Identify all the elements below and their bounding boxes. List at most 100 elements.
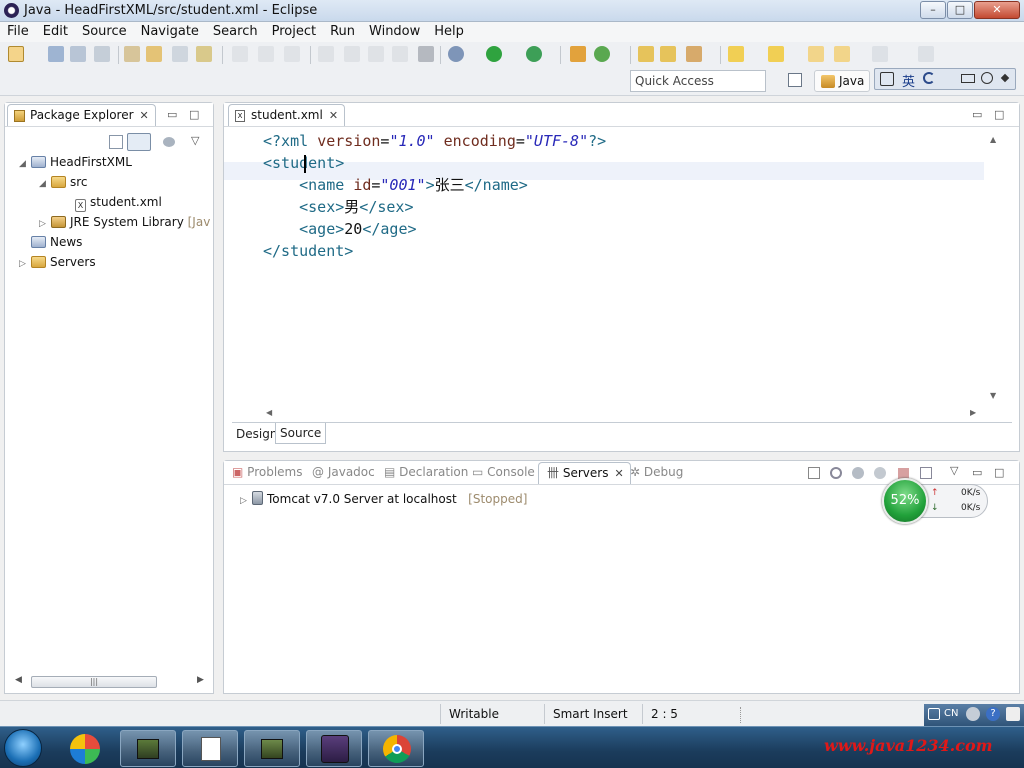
tab-problems[interactable]: ▣ Problems xyxy=(232,465,302,479)
ime-language-label[interactable]: 英 xyxy=(902,71,915,90)
new-icon[interactable] xyxy=(8,46,24,62)
close-tab-icon[interactable]: ✕ xyxy=(140,109,149,122)
taskbar-app-3[interactable] xyxy=(182,730,238,767)
minimize-view-icon[interactable]: ▭ xyxy=(167,108,177,121)
maximize-view-icon[interactable]: □ xyxy=(189,108,199,121)
tree-item-src[interactable]: ◢ src xyxy=(39,172,88,192)
ime-mode-icon[interactable] xyxy=(880,72,894,86)
close-tab-icon[interactable]: ✕ xyxy=(614,467,623,480)
taskbar-eclipse[interactable] xyxy=(306,730,362,767)
tab-javadoc[interactable]: @ Javadoc xyxy=(312,465,375,479)
tab-declaration[interactable]: ▤ Declaration xyxy=(384,465,468,479)
start-server-icon[interactable] xyxy=(852,467,864,479)
back-icon[interactable] xyxy=(834,46,850,62)
search-tool-icon[interactable] xyxy=(686,46,702,62)
scroll-thumb[interactable]: ||| xyxy=(31,676,157,688)
tab-debug[interactable]: ✲ Debug xyxy=(630,465,683,479)
menu-window[interactable]: Window xyxy=(362,22,427,42)
menu-search[interactable]: Search xyxy=(206,22,265,42)
taskbar-app-4[interactable] xyxy=(244,730,300,767)
minimize-editor-icon[interactable]: ▭ xyxy=(972,108,982,121)
tray-language[interactable]: CN xyxy=(944,708,958,719)
ime-moon-icon[interactable] xyxy=(923,72,935,84)
close-tab-icon[interactable]: ✕ xyxy=(329,109,338,122)
maximize-view-icon[interactable]: □ xyxy=(994,466,1004,479)
tray-help-icon[interactable]: ? xyxy=(986,707,1000,721)
tab-package-explorer[interactable]: Package Explorer ✕ xyxy=(7,104,156,126)
save-icon[interactable] xyxy=(48,46,64,62)
save-all-icon[interactable] xyxy=(70,46,86,62)
ime-settings-icon[interactable] xyxy=(981,72,993,84)
next-annotation-icon[interactable] xyxy=(728,46,744,62)
run-icon[interactable] xyxy=(486,46,502,62)
forward-icon[interactable] xyxy=(872,46,888,62)
tray-network-icon[interactable] xyxy=(966,707,980,721)
tray-keyboard-icon[interactable] xyxy=(928,708,940,720)
tree-item-news[interactable]: News xyxy=(31,232,82,252)
link-editor-icon[interactable] xyxy=(127,133,151,151)
suspend-icon[interactable] xyxy=(344,46,360,62)
tree-item-jre-library[interactable]: ▷ JRE System Library [Jav xyxy=(39,212,210,232)
menu-navigate[interactable]: Navigate xyxy=(134,22,206,42)
debug-icon[interactable] xyxy=(448,46,464,62)
menu-project[interactable]: Project xyxy=(265,22,323,42)
ime-wrench-icon[interactable] xyxy=(1000,73,1010,83)
scroll-up-icon[interactable]: ▲ xyxy=(990,135,996,144)
collapse-icon[interactable] xyxy=(808,467,820,479)
format-icon[interactable] xyxy=(196,46,212,62)
undo-icon[interactable] xyxy=(232,46,248,62)
tab-servers[interactable]: 卌 Servers ✕ xyxy=(538,462,631,484)
code-area[interactable]: <?xml version="1.0" encoding="UTF-8"?> <s… xyxy=(263,130,606,262)
skip-breakpoints-icon[interactable] xyxy=(418,46,434,62)
ime-keyboard-icon[interactable] xyxy=(961,74,975,83)
new-class-icon[interactable] xyxy=(594,46,610,62)
scroll-down-icon[interactable]: ▼ xyxy=(990,391,996,400)
new-package-icon[interactable] xyxy=(570,46,586,62)
menu-help[interactable]: Help xyxy=(427,22,471,42)
tree-item-headfirstxml[interactable]: ◢ HeadFirstXML xyxy=(19,152,132,172)
hscroll-left-icon[interactable]: ◀ xyxy=(266,408,272,417)
tab-student-xml[interactable]: X student.xml ✕ xyxy=(228,104,346,126)
view-dropdown-icon[interactable]: ▽ xyxy=(191,134,199,147)
view-menu-icon[interactable]: ▽ xyxy=(950,464,958,477)
menu-edit[interactable]: Edit xyxy=(36,22,75,42)
tray-flag-icon[interactable] xyxy=(1006,707,1020,721)
close-button[interactable]: ✕ xyxy=(974,1,1020,19)
taskbar-app-2[interactable] xyxy=(120,730,176,767)
open-perspective-icon[interactable] xyxy=(788,73,802,87)
scroll-right-icon[interactable]: ▶ xyxy=(197,675,204,685)
maximize-button[interactable]: □ xyxy=(947,1,973,19)
step-icon[interactable] xyxy=(318,46,334,62)
print-icon[interactable] xyxy=(94,46,110,62)
open-resource-icon[interactable] xyxy=(146,46,162,62)
taskbar-app-1[interactable] xyxy=(58,730,114,767)
debug-server-icon[interactable] xyxy=(830,467,842,479)
collapse-all-icon[interactable] xyxy=(109,135,123,149)
redo2-icon[interactable] xyxy=(284,46,300,62)
tab-console[interactable]: ▭ Console xyxy=(472,465,535,479)
tab-source[interactable]: Source xyxy=(275,423,327,444)
menu-file[interactable]: File xyxy=(0,22,36,42)
menu-source[interactable]: Source xyxy=(75,22,134,42)
start-button[interactable] xyxy=(4,729,42,767)
scroll-left-icon[interactable]: ◀ xyxy=(15,675,22,685)
open-type-icon[interactable] xyxy=(124,46,140,62)
open-folder-icon[interactable] xyxy=(638,46,654,62)
terminate-icon[interactable] xyxy=(368,46,384,62)
quick-access-input[interactable]: Quick Access xyxy=(630,70,766,92)
perspective-java-button[interactable]: Java xyxy=(814,70,870,92)
server-row[interactable]: ▷ Tomcat v7.0 Server at localhost [Stoppe… xyxy=(240,489,527,509)
horizontal-scrollbar[interactable]: ◀ ||| ▶ xyxy=(13,675,209,689)
tree-item-student-xml[interactable]: Xstudent.xml xyxy=(75,192,162,212)
pin-editor-icon[interactable] xyxy=(918,46,934,62)
run-external-icon[interactable] xyxy=(526,46,542,62)
redo-icon[interactable] xyxy=(258,46,274,62)
last-edit-icon[interactable] xyxy=(808,46,824,62)
hscroll-right-icon[interactable]: ▶ xyxy=(970,408,976,417)
view-menu-icon[interactable] xyxy=(163,137,175,147)
menu-run[interactable]: Run xyxy=(323,22,362,42)
disconnect-icon[interactable] xyxy=(392,46,408,62)
network-meter-widget[interactable]: ↑ 0K/s ↓ 0K/s 52% xyxy=(880,478,988,524)
open-folder2-icon[interactable] xyxy=(660,46,676,62)
prev-annotation-icon[interactable] xyxy=(768,46,784,62)
